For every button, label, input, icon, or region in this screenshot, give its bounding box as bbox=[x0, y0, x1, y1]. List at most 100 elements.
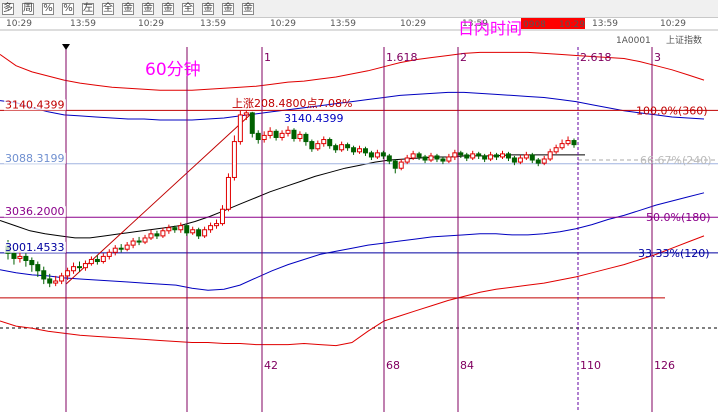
cycle-top-label: 1 bbox=[264, 51, 271, 64]
index-name: 上证指数 bbox=[666, 34, 702, 46]
time-tick-label: 10:29 bbox=[270, 19, 296, 29]
grid-button[interactable]: 多 bbox=[2, 1, 14, 16]
candle-body bbox=[243, 112, 249, 116]
candle-body bbox=[345, 144, 351, 149]
percent-button[interactable]: % bbox=[42, 1, 54, 16]
candle-body bbox=[553, 147, 559, 153]
line-button[interactable]: 全 bbox=[182, 1, 194, 16]
candle-body bbox=[416, 153, 422, 158]
ruler-icon: 金 bbox=[122, 2, 134, 15]
candle-body bbox=[118, 247, 124, 250]
wave-button[interactable]: 金 bbox=[202, 1, 214, 16]
notes-icon: 全 bbox=[102, 2, 114, 15]
candle-body bbox=[23, 255, 29, 262]
candle-body bbox=[339, 144, 345, 151]
index-code: 1A0001 bbox=[616, 36, 651, 46]
pen-button[interactable]: 左 bbox=[82, 1, 94, 16]
candle-body bbox=[196, 229, 202, 237]
rise-annotation: 上涨208.4800点7.08% bbox=[232, 97, 352, 110]
candle-body bbox=[273, 130, 279, 138]
candle-body bbox=[297, 133, 303, 139]
candle-body bbox=[124, 244, 130, 250]
candle-body bbox=[94, 258, 100, 263]
fibonacci-layer bbox=[0, 109, 718, 299]
gold-icon: 金 bbox=[142, 2, 154, 15]
candle-layer bbox=[5, 110, 577, 288]
candle-body bbox=[440, 158, 446, 162]
candle-body bbox=[267, 130, 273, 136]
candle-body bbox=[303, 133, 309, 143]
candle-body bbox=[136, 240, 142, 243]
candle-body bbox=[357, 148, 363, 153]
candle-body bbox=[231, 141, 237, 178]
time-tick-label: 13:59 bbox=[330, 19, 356, 29]
candle-body bbox=[488, 154, 494, 160]
candle-body bbox=[76, 266, 82, 269]
ruler-button[interactable]: 金 bbox=[122, 1, 134, 16]
candle-body bbox=[214, 223, 220, 227]
candle-body bbox=[47, 278, 53, 284]
cycle-top-label: 2 bbox=[460, 51, 467, 64]
notes-button[interactable]: 全 bbox=[102, 1, 114, 16]
cycle-top-label: 2.618 bbox=[580, 51, 612, 64]
inner-lower-band-line bbox=[0, 192, 705, 291]
time-tick-label: 10:29 bbox=[660, 19, 686, 29]
period-button[interactable]: 周 bbox=[22, 1, 34, 16]
candle-body bbox=[35, 264, 41, 272]
candle-body bbox=[309, 141, 315, 150]
candle-body bbox=[362, 148, 368, 154]
candle-body bbox=[148, 233, 154, 239]
candle-body bbox=[59, 275, 65, 282]
candle-body bbox=[106, 251, 112, 257]
candle-body bbox=[500, 153, 506, 158]
candle-body bbox=[219, 208, 225, 225]
candle-body bbox=[398, 161, 404, 169]
candle-body bbox=[112, 247, 118, 253]
candle-body bbox=[374, 152, 380, 158]
candle-body bbox=[225, 176, 231, 210]
time-tick-label: 13:59 bbox=[592, 19, 618, 29]
candle-body bbox=[71, 266, 77, 272]
candle-body bbox=[565, 140, 571, 145]
cycle-top-label: 3 bbox=[654, 51, 661, 64]
candle-body bbox=[458, 152, 464, 156]
candle-body bbox=[142, 237, 148, 243]
candle-body bbox=[202, 229, 208, 237]
candle-body bbox=[464, 154, 470, 159]
candle-body bbox=[130, 240, 136, 246]
candle-body bbox=[255, 132, 261, 141]
candle-body bbox=[82, 263, 88, 269]
peak-label: 3140.4399 bbox=[284, 112, 344, 125]
gold-button[interactable]: 金 bbox=[142, 1, 154, 16]
grid-icon: 多 bbox=[2, 2, 14, 15]
candle-body bbox=[321, 139, 327, 145]
candle-body bbox=[446, 156, 452, 162]
time-tick-label: 10:29 bbox=[6, 19, 32, 29]
candle-body bbox=[386, 155, 392, 162]
candle-body bbox=[327, 139, 333, 147]
box-button[interactable]: 金 bbox=[162, 1, 174, 16]
percent-icon: % bbox=[42, 2, 54, 15]
time-tick-label: 13:59 bbox=[70, 19, 96, 29]
y-tick-label: 3001.4533 bbox=[5, 241, 65, 254]
candle-body bbox=[172, 227, 178, 231]
candle-body bbox=[529, 154, 535, 161]
candle-body bbox=[511, 157, 517, 163]
candle-body bbox=[166, 227, 172, 232]
candle-body bbox=[291, 129, 297, 139]
candle-body bbox=[434, 155, 440, 160]
candle-body bbox=[88, 258, 94, 265]
cycle-bottom-label: 110 bbox=[580, 359, 601, 372]
arrow-button[interactable]: 金 bbox=[222, 1, 234, 16]
check-button[interactable]: % bbox=[62, 1, 74, 16]
fib-100-label: 100.0%(360) bbox=[636, 104, 708, 117]
moving-average-line bbox=[0, 154, 585, 239]
candle-body bbox=[29, 260, 35, 266]
candle-body bbox=[392, 160, 398, 169]
stat-button[interactable]: 金 bbox=[242, 1, 254, 16]
title-overlay: 日内时间 bbox=[458, 19, 522, 38]
candle-body bbox=[154, 233, 160, 237]
candlestick-chart[interactable]: 10:29 13:59 10:29 13:59 10:29 13:59 10:29 13:59… bbox=[0, 17, 718, 412]
period-icon: 周 bbox=[22, 2, 34, 15]
candle-body bbox=[315, 143, 321, 150]
